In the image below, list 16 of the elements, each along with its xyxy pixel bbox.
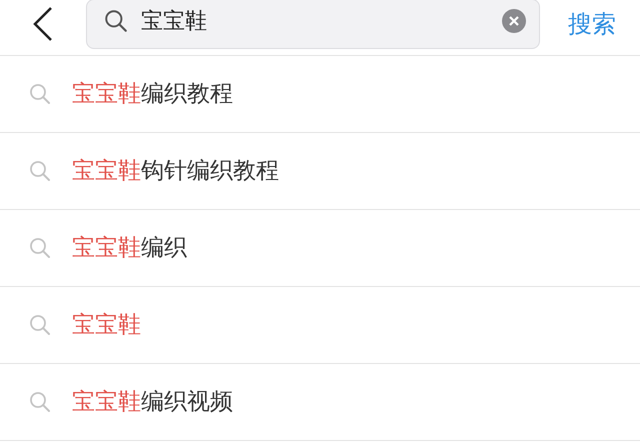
suggestion-text[interactable]: 宝宝鞋 <box>72 308 141 342</box>
suggestion-text[interactable]: 宝宝鞋编织教程 <box>72 76 233 112</box>
suggestion-text[interactable]: 宝宝鞋编织视频 <box>72 384 233 420</box>
clear-icon <box>501 8 527 34</box>
back-icon <box>31 6 55 42</box>
clear-button[interactable] <box>501 8 527 34</box>
search-icon <box>28 159 52 183</box>
search-icon <box>28 82 52 106</box>
search-icon <box>28 313 52 337</box>
suggestion-text[interactable]: 宝宝鞋钩针编织教程 <box>72 154 279 188</box>
search-icon <box>103 8 129 34</box>
suggestion-text[interactable]: 宝宝鞋编织 <box>72 230 187 266</box>
search-icon <box>28 390 52 414</box>
search-field[interactable]: 宝宝鞋 <box>86 0 540 48</box>
query-text: 宝宝鞋 <box>141 8 207 36</box>
search-icon <box>28 236 52 260</box>
